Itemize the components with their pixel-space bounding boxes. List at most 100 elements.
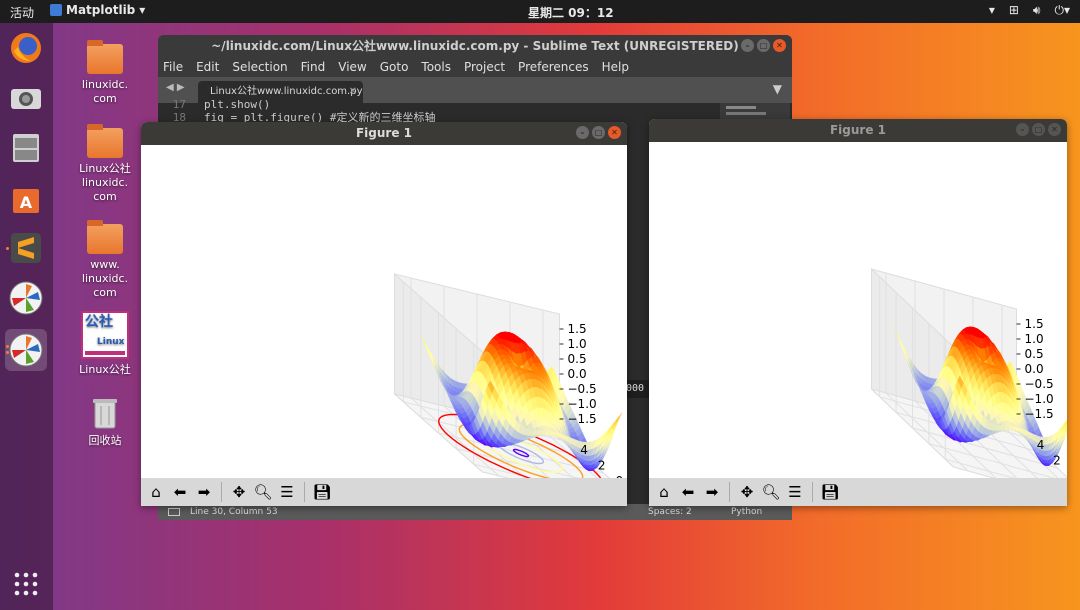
menu-help[interactable]: Help <box>602 57 629 77</box>
surface-plot-3d[interactable]: 1.51.00.50.0−0.5−1.0−1.5−4−2024420−2−4 <box>649 142 1067 478</box>
forward-arrow-icon[interactable]: ➡ <box>193 481 215 503</box>
y-tick-label: 4 <box>580 443 588 457</box>
save-icon[interactable]: 💾︎ <box>311 481 333 503</box>
menu-tools[interactable]: Tools <box>421 57 451 77</box>
console-toggle-icon[interactable] <box>168 508 180 516</box>
close-button[interactable]: ✕ <box>1048 123 1061 136</box>
minimize-button[interactable]: – <box>576 126 589 139</box>
forward-arrow-icon[interactable]: ➡ <box>701 481 723 503</box>
matplotlib-launcher-active[interactable] <box>5 329 47 371</box>
files-launcher[interactable] <box>5 127 47 169</box>
trash-label: 回收站 <box>88 434 122 447</box>
folder-icon <box>87 220 123 254</box>
menu-view[interactable]: View <box>338 57 366 77</box>
toolbar-separator <box>221 482 222 502</box>
desktop-folder-linuxidc[interactable]: linuxidc. com <box>70 40 140 106</box>
camera-launcher[interactable] <box>5 77 47 119</box>
firefox-icon <box>11 33 41 63</box>
figure-titlebar[interactable]: Figure 1 – □ ✕ <box>649 119 1067 142</box>
z-tick-label: 1.0 <box>1025 332 1044 346</box>
folder-label: linuxidc. <box>81 78 129 91</box>
power-icon[interactable]: ⏻▾ <box>1054 3 1070 18</box>
launcher-dock: A <box>0 23 53 610</box>
system-tray[interactable]: ▾ ⊞ 🔊︎ ⏻▾ <box>989 3 1070 18</box>
figure-titlebar[interactable]: Figure 1 – □ ✕ <box>141 122 627 145</box>
z-tick-label: −1.0 <box>568 397 597 411</box>
zoom-icon[interactable]: 🔍︎ <box>252 481 274 503</box>
code-line: plt.show() <box>204 98 271 111</box>
syntax-selector[interactable]: Python <box>731 504 762 520</box>
menu-file[interactable]: File <box>163 57 183 77</box>
navigation-toolbar: ⌂ ⬅ ➡ ✥ 🔍︎ ☰ 💾︎ <box>649 478 1067 506</box>
status-bar: Line 30, Column 53 Spaces: 2 Python <box>158 504 792 520</box>
menu-project[interactable]: Project <box>464 57 505 77</box>
z-tick-label: 1.5 <box>568 322 587 336</box>
shopping-bag-icon: A <box>13 189 39 213</box>
indentation-setting[interactable]: Spaces: 2 <box>648 504 692 520</box>
chevron-down-icon[interactable]: ▾ <box>989 3 995 18</box>
folder-label: com <box>93 92 117 105</box>
sublime-launcher[interactable] <box>5 227 47 269</box>
y-tick-label: 2 <box>1053 453 1061 467</box>
save-icon[interactable]: 💾︎ <box>819 481 841 503</box>
back-arrow-icon[interactable]: ⬅ <box>169 481 191 503</box>
desktop-folder-www[interactable]: www. linuxidc. com <box>70 220 140 300</box>
firefox-launcher[interactable] <box>5 27 47 69</box>
maximize-button[interactable]: □ <box>757 39 770 52</box>
show-applications-button[interactable] <box>5 563 47 605</box>
clock[interactable]: 星期二 09：12 <box>528 4 614 21</box>
y-tick-label: 2 <box>598 458 606 472</box>
minimize-button[interactable]: – <box>1016 123 1029 136</box>
minimize-button[interactable]: – <box>741 39 754 52</box>
tab-list-dropdown-icon[interactable]: ▼ <box>773 82 782 96</box>
menu-preferences[interactable]: Preferences <box>518 57 589 77</box>
folder-icon <box>87 40 123 74</box>
line-number: 17 <box>172 98 186 111</box>
menu-goto[interactable]: Goto <box>380 57 409 77</box>
y-tick-label: 4 <box>1037 438 1045 452</box>
desktop-trash[interactable]: 回收站 <box>70 396 140 448</box>
software-center-launcher[interactable]: A <box>5 177 47 219</box>
home-icon[interactable]: ⌂ <box>145 481 167 503</box>
configure-subplots-icon[interactable]: ☰ <box>784 481 806 503</box>
menu-find[interactable]: Find <box>301 57 326 77</box>
maximize-button[interactable]: □ <box>1032 123 1045 136</box>
home-icon[interactable]: ⌂ <box>653 481 675 503</box>
network-icon[interactable]: ⊞ <box>1009 3 1019 18</box>
z-tick-label: −0.5 <box>568 382 597 396</box>
figure-title: Figure 1 <box>829 123 887 137</box>
svg-text:A: A <box>20 193 33 212</box>
surface-patch <box>615 412 623 424</box>
back-arrow-icon[interactable]: ⬅ <box>677 481 699 503</box>
sublime-titlebar[interactable]: ~/linuxidc.com/Linux公社www.linuxidc.com.p… <box>158 35 792 57</box>
chevron-down-icon: ▾ <box>139 3 146 17</box>
pan-icon[interactable]: ✥ <box>228 481 250 503</box>
navigation-toolbar: ⌂ ⬅ ➡ ✥ 🔍︎ ☰ 💾︎ <box>141 478 627 506</box>
toolbar-separator <box>304 482 305 502</box>
app-menu[interactable]: Matplotlib ▾ <box>50 3 145 17</box>
menu-edit[interactable]: Edit <box>196 57 219 77</box>
folder-label: Linux公社 <box>79 162 131 175</box>
folder-label: linuxidc. <box>81 176 129 189</box>
zoom-icon[interactable]: 🔍︎ <box>760 481 782 503</box>
grid-icon <box>14 572 38 596</box>
z-tick-label: −1.0 <box>1025 392 1054 406</box>
close-button[interactable]: ✕ <box>608 126 621 139</box>
matplotlib-launcher[interactable] <box>5 277 47 319</box>
app-name: Matplotlib <box>66 3 136 17</box>
maximize-button[interactable]: □ <box>592 126 605 139</box>
desktop-folder-linux-gongshe[interactable]: Linux公社 linuxidc. com <box>70 124 140 204</box>
tab-scroll-arrows-icon[interactable]: ◀ ▶ <box>166 82 185 93</box>
desktop-image-linux-gongshe[interactable]: 公社 Linux Linux公社 <box>70 311 140 377</box>
surface-plot-3d[interactable]: 1.51.00.50.0−0.5−1.0−1.5−4−2024420−2−4 <box>141 145 627 478</box>
folder-icon <box>87 124 123 158</box>
pan-icon[interactable]: ✥ <box>736 481 758 503</box>
figure-title: Figure 1 <box>355 126 413 140</box>
activities-button[interactable]: 活动 <box>10 4 34 21</box>
close-button[interactable]: ✕ <box>773 39 786 52</box>
figure-window-2: Figure 1 – □ ✕ 1.51.00.50.0−0.5−1.0−1.5−… <box>649 119 1067 506</box>
volume-icon[interactable]: 🔊︎ <box>1033 3 1041 18</box>
toolbar-separator <box>812 482 813 502</box>
configure-subplots-icon[interactable]: ☰ <box>276 481 298 503</box>
menu-selection[interactable]: Selection <box>232 57 287 77</box>
